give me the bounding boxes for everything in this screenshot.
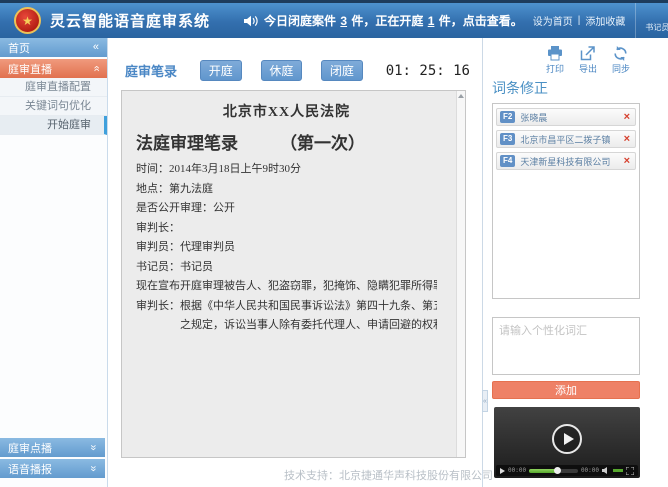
sync-icon (613, 46, 628, 61)
home-label: 首页 (8, 40, 30, 56)
export-button[interactable]: 导出 (579, 46, 597, 75)
sidebar-item-keyword-optimize[interactable]: 关键词句优化 (0, 97, 107, 116)
print-icon (547, 46, 563, 61)
court-name: 北京市XX人民法院 (136, 101, 437, 121)
trial-record-title: 庭审笔录 (125, 61, 177, 80)
hotkey-badge: F3 (500, 133, 515, 145)
voice-broadcast-label: 语音播报 (8, 461, 52, 477)
trial-live-label: 庭审直播 (8, 61, 52, 77)
browser-links: 设为首页 | 添加收藏 (523, 3, 636, 38)
term-text: 张晓晨 (520, 111, 623, 124)
set-homepage-link[interactable]: 设为首页 (533, 13, 573, 28)
term-correction-title: 词条修正 (492, 78, 640, 98)
print-label: 打印 (546, 62, 564, 75)
close-court-button[interactable]: 闭庭 (321, 60, 363, 81)
sidebar-item-home[interactable]: 首页 « (0, 38, 107, 57)
term-entry-list: F2 张晓晨 × F3 北京市昌平区二拨子镇 × F4 天津新星科技有限公司 × (492, 103, 640, 299)
link-separator: | (578, 15, 581, 26)
sidebar-section-trial-live[interactable]: 庭审直播 « (0, 59, 107, 78)
sidebar-section-trial-vod[interactable]: 庭审点播 « (0, 438, 105, 459)
header-right-group: 设为首页 | 添加收藏 书记员，中午好！ 退出登录 (523, 3, 668, 38)
greeting-text: 书记员，中午好！ (645, 22, 668, 33)
term-text: 北京市昌平区二拨子镇 (520, 133, 623, 146)
sync-button[interactable]: 同步 (612, 46, 630, 75)
collapse-left-icon: « (93, 42, 99, 53)
content-area: 首页 « 庭审直播 « 庭审直播配置 关键词句优化 开始庭审 庭审点播 « 语音… (0, 38, 668, 487)
document-scrollbar[interactable] (456, 91, 465, 457)
term-entry[interactable]: F2 张晓晨 × (496, 108, 636, 126)
document-line: 之规定，诉讼当事人除有委托代理人、申请回避的权利外... (136, 316, 437, 336)
record-heading: 法庭审理笔录 （第一次） (136, 129, 437, 154)
user-greeting-block: 书记员，中午好！ (635, 3, 668, 38)
top-header-bar: ★ 灵云智能语音庭审系统 今日闭庭案件 3 件，正在开庭 1 件，点击查看。 设… (0, 0, 668, 38)
correction-panel: « 打印 导出 (482, 38, 668, 487)
export-label: 导出 (579, 62, 597, 75)
print-button[interactable]: 打印 (546, 46, 564, 75)
court-record-document: 北京市XX人民法院 法庭审理笔录 （第一次） 时间：2014年3月18日上午9时3… (121, 90, 466, 458)
term-entry[interactable]: F3 北京市昌平区二拨子镇 × (496, 130, 636, 148)
play-button[interactable] (552, 424, 582, 454)
main-panel: 庭审笔录 开庭 休庭 闭庭 01: 25: 16 北京市XX人民法院 法庭审理笔… (109, 38, 482, 487)
record-title: 法庭审理笔录 (136, 134, 238, 153)
document-line: 审判员：代理审判员 (136, 238, 437, 258)
announcement-text: 今日闭庭案件 3 件，正在开庭 1 件，点击查看。 (264, 12, 523, 29)
record-session: （第一次） (280, 134, 365, 153)
app-window: ★ 灵云智能语音庭审系统 今日闭庭案件 3 件，正在开庭 1 件，点击查看。 设… (0, 0, 668, 487)
expand-down-icon: « (88, 465, 99, 471)
speaker-icon (244, 15, 258, 27)
document-line: 现在宣布开庭审理被告人、犯盗窃罪，犯掩饰、隐瞒犯罪所得罪一案 (136, 277, 437, 297)
closed-cases-count[interactable]: 3 (339, 14, 348, 28)
collapse-up-icon: « (90, 65, 101, 71)
court-emblem-logo: ★ (14, 7, 41, 34)
recess-button[interactable]: 休庭 (261, 60, 303, 81)
term-entry[interactable]: F4 天津新星科技有限公司 × (496, 152, 636, 170)
hearing-timer: 01: 25: 16 (386, 63, 470, 79)
document-line: 审判长：根据《中华人民共和国民事诉讼法》第四十九条、第五十条、第五十一条 (136, 297, 437, 317)
hotkey-badge: F2 (500, 111, 515, 123)
sidebar: 首页 « 庭审直播 « 庭审直播配置 关键词句优化 开始庭审 庭审点播 « 语音… (0, 38, 108, 487)
emblem-star-icon: ★ (22, 15, 33, 27)
scroll-up-icon[interactable] (457, 91, 465, 101)
add-term-button[interactable]: 添加 (492, 381, 640, 399)
custom-term-input[interactable] (492, 317, 640, 375)
document-line: 书记员：书记员 (136, 258, 437, 278)
hotkey-badge: F4 (500, 155, 515, 167)
case-announcement-link[interactable]: 今日闭庭案件 3 件，正在开庭 1 件，点击查看。 (244, 12, 523, 29)
document-line: 审判长： (136, 219, 437, 239)
document-line: 是否公开审理：公开 (136, 199, 437, 219)
footer-support-text: 技术支持：北京捷通华声科技股份有限公司 (109, 467, 668, 483)
expand-down-icon: « (88, 444, 99, 450)
sidebar-item-start-trial[interactable]: 开始庭审 (0, 116, 107, 135)
sidebar-item-live-config[interactable]: 庭审直播配置 (0, 78, 107, 97)
document-line: 时间：2014年3月18日上午9时30分 (136, 160, 437, 180)
play-icon (564, 433, 574, 445)
document-tools: 打印 导出 同步 (492, 46, 640, 75)
delete-icon[interactable]: × (624, 134, 630, 145)
panel-collapse-handle[interactable]: « (482, 390, 488, 412)
delete-icon[interactable]: × (624, 156, 630, 167)
trial-vod-label: 庭审点播 (8, 440, 52, 456)
app-title: 灵云智能语音庭审系统 (50, 10, 210, 31)
add-favorite-link[interactable]: 添加收藏 (585, 13, 625, 28)
sync-label: 同步 (612, 62, 630, 75)
delete-icon[interactable]: × (624, 112, 630, 123)
sidebar-section-voice-broadcast[interactable]: 语音播报 « (0, 459, 105, 480)
export-icon (580, 46, 595, 61)
open-court-button[interactable]: 开庭 (200, 60, 242, 81)
trial-toolbar: 庭审笔录 开庭 休庭 闭庭 01: 25: 16 (125, 60, 470, 81)
document-line: 地点：第九法庭 (136, 180, 437, 200)
term-text: 天津新星科技有限公司 (520, 155, 623, 168)
